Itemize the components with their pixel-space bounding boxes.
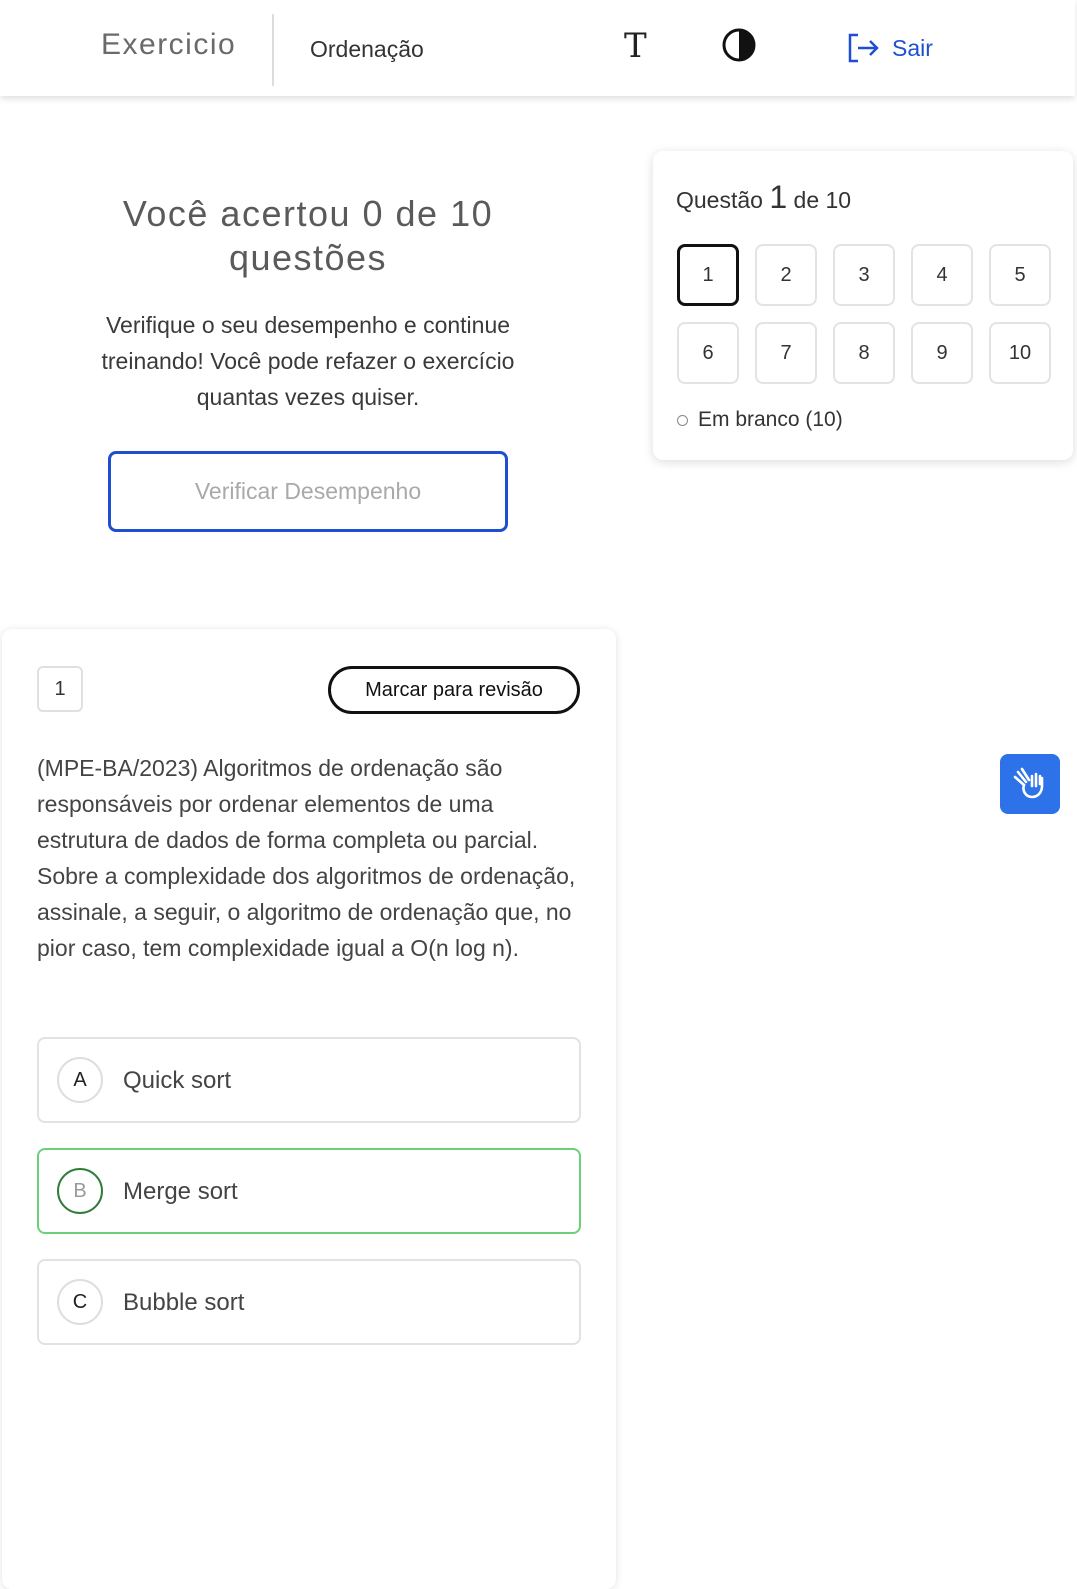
- logout-icon: [848, 33, 879, 63]
- option-text: Merge sort: [123, 1178, 238, 1205]
- option-letter: B: [57, 1168, 103, 1214]
- navigator-title-suffix: de 10: [793, 187, 852, 213]
- nav-question-2[interactable]: 2: [755, 244, 817, 306]
- nav-question-5[interactable]: 5: [989, 244, 1051, 306]
- contrast-icon[interactable]: [722, 28, 756, 62]
- nav-question-4[interactable]: 4: [911, 244, 973, 306]
- sign-language-button[interactable]: [1000, 754, 1060, 814]
- navigator-title: Questão 1 de 10: [676, 179, 851, 216]
- result-title: Você acertou 0 de 10 questões: [122, 193, 494, 278]
- header-divider: [272, 14, 274, 86]
- logout-label: Sair: [892, 34, 933, 61]
- question-card: 1 Marcar para revisão (MPE-BA/2023) Algo…: [2, 629, 616, 1589]
- option-c[interactable]: C Bubble sort: [37, 1259, 581, 1345]
- option-text: Quick sort: [123, 1067, 232, 1094]
- text-size-icon[interactable]: T: [624, 26, 647, 66]
- question-number-badge: 1: [37, 666, 83, 712]
- nav-question-8[interactable]: 8: [833, 322, 895, 384]
- nav-question-9[interactable]: 9: [911, 322, 973, 384]
- nav-question-3[interactable]: 3: [833, 244, 895, 306]
- sign-language-icon: [1013, 767, 1044, 799]
- option-a[interactable]: A Quick sort: [37, 1037, 581, 1123]
- option-letter: A: [57, 1057, 103, 1103]
- nav-question-1[interactable]: 1: [677, 244, 739, 306]
- navigator-legend: Em branco (10): [677, 408, 843, 432]
- question-navigator: Questão 1 de 10 1 2 3 4 5 6 7 8 9 10 Em …: [653, 151, 1073, 460]
- option-b[interactable]: B Merge sort: [37, 1148, 581, 1234]
- brand-title: Exercicio: [101, 28, 237, 61]
- subject-title: Ordenação: [310, 36, 424, 62]
- top-bar: Exercicio Ordenação T Sair: [0, 0, 1075, 96]
- option-letter: C: [57, 1279, 103, 1325]
- verify-performance-button[interactable]: Verificar Desempenho: [108, 451, 508, 532]
- mark-for-review-button[interactable]: Marcar para revisão: [328, 666, 580, 714]
- legend-label: Em branco (10): [698, 408, 843, 431]
- nav-question-10[interactable]: 10: [989, 322, 1051, 384]
- result-description: Verifique o seu desempenho e continue tr…: [101, 312, 515, 410]
- nav-question-6[interactable]: 6: [677, 322, 739, 384]
- logout-button[interactable]: Sair: [846, 32, 933, 64]
- navigator-current: 1: [769, 179, 788, 215]
- blank-status-icon: [677, 414, 688, 426]
- question-text: (MPE-BA/2023) Algoritmos de ordenação sã…: [37, 755, 576, 961]
- navigator-title-prefix: Questão: [676, 187, 763, 213]
- nav-question-7[interactable]: 7: [755, 322, 817, 384]
- option-text: Bubble sort: [123, 1289, 245, 1316]
- navigator-grid: 1 2 3 4 5 6 7 8 9 10: [677, 244, 1057, 384]
